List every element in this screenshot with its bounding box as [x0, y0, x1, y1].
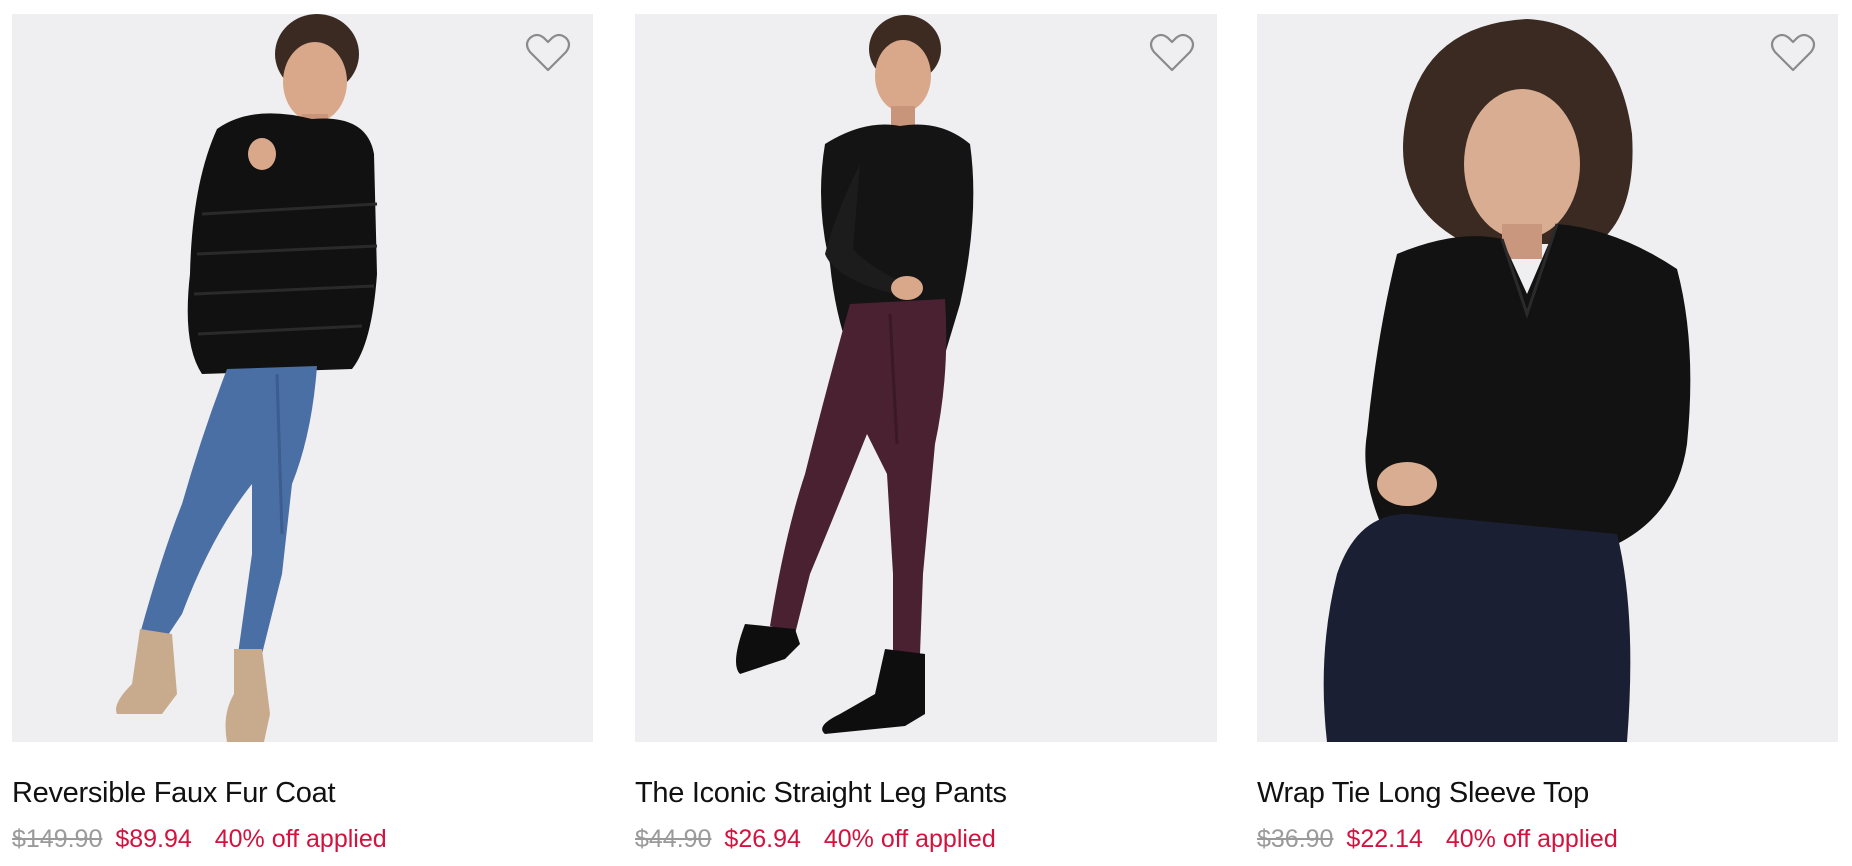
- product-title[interactable]: Wrap Tie Long Sleeve Top: [1257, 776, 1838, 810]
- model-photo: [1257, 14, 1838, 742]
- product-grid: Reversible Faux Fur Coat $149.90 $89.94 …: [0, 0, 1852, 866]
- model-photo: [12, 14, 593, 742]
- wishlist-heart-icon[interactable]: [1770, 32, 1816, 74]
- product-image[interactable]: [12, 14, 593, 742]
- original-price: $36.90: [1257, 825, 1334, 853]
- promo-label: 40% off applied: [1445, 825, 1618, 853]
- product-title[interactable]: Reversible Faux Fur Coat: [12, 776, 593, 810]
- product-card[interactable]: Wrap Tie Long Sleeve Top $36.90 $22.14 4…: [1257, 14, 1838, 854]
- product-card[interactable]: Reversible Faux Fur Coat $149.90 $89.94 …: [12, 14, 593, 854]
- original-price: $44.90: [635, 825, 712, 853]
- price-row: $44.90 $26.94 40% off applied: [635, 824, 1217, 854]
- price-row: $36.90 $22.14 40% off applied: [1257, 824, 1838, 854]
- price-row: $149.90 $89.94 40% off applied: [12, 824, 593, 854]
- promo-label: 40% off applied: [214, 825, 387, 853]
- sale-price: $26.94: [724, 825, 801, 853]
- model-photo: [635, 14, 1217, 742]
- product-image[interactable]: [635, 14, 1217, 742]
- sale-price: $89.94: [115, 825, 192, 853]
- promo-label: 40% off applied: [823, 825, 996, 853]
- wishlist-heart-icon[interactable]: [525, 32, 571, 74]
- sale-price: $22.14: [1346, 825, 1423, 853]
- original-price: $149.90: [12, 825, 103, 853]
- product-image[interactable]: [1257, 14, 1838, 742]
- product-title[interactable]: The Iconic Straight Leg Pants: [635, 776, 1217, 810]
- wishlist-heart-icon[interactable]: [1149, 32, 1195, 74]
- product-card[interactable]: The Iconic Straight Leg Pants $44.90 $26…: [635, 14, 1217, 854]
